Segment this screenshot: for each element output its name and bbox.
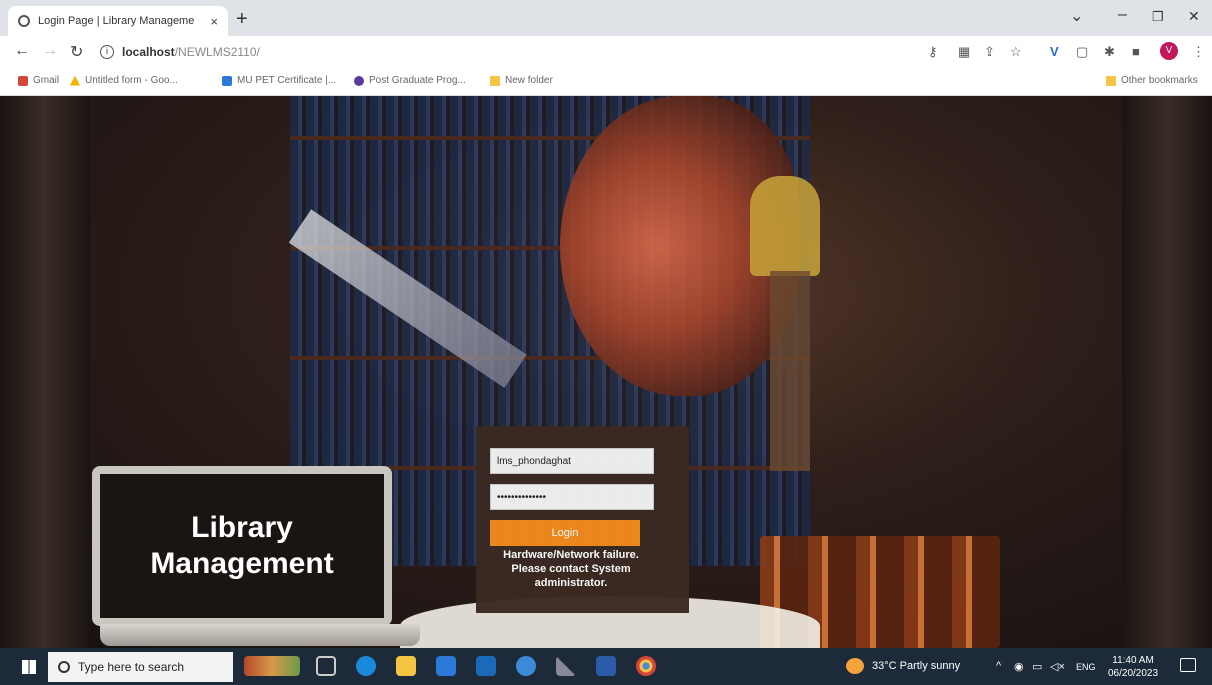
edge-icon[interactable] (356, 656, 376, 676)
app-title-line2: Management (150, 547, 334, 580)
other-bookmarks[interactable]: Other bookmarks (1106, 75, 1198, 86)
folder-icon (490, 75, 500, 86)
error-message: Hardware/Network failure. Please contact… (503, 549, 639, 589)
url-host: localhost (122, 45, 175, 59)
weather-icon[interactable] (846, 658, 864, 674)
search-placeholder: Type here to search (78, 660, 185, 674)
google-drive-icon (70, 75, 80, 86)
key-icon[interactable]: ⚷ (928, 44, 938, 60)
folder-icon (1106, 75, 1116, 86)
news-widget-icon[interactable] (244, 656, 300, 676)
minimize-button[interactable]: – (1118, 6, 1127, 24)
url-path: /NEWLMS2110/ (174, 45, 260, 59)
close-window-button[interactable]: ✕ (1188, 8, 1200, 25)
bookmark-label: Gmail (33, 75, 60, 86)
new-tab-button[interactable]: + (236, 8, 248, 31)
password-input[interactable] (490, 484, 654, 510)
windows-start-icon[interactable] (22, 660, 36, 674)
bookmark-site-icon (354, 75, 364, 86)
reload-button[interactable]: ↻ (70, 42, 83, 62)
mail-icon[interactable] (476, 656, 496, 676)
notification-center-icon[interactable] (1180, 658, 1196, 672)
bookmark-label: Other bookmarks (1121, 75, 1198, 86)
laptop-base (100, 624, 420, 646)
person-on-ladder-image (750, 176, 820, 276)
pillar-left (0, 96, 90, 648)
tab-login-page[interactable]: Login Page | Library Manageme × (8, 6, 228, 36)
login-panel: Login Hardware/Network failure. Please c… (476, 426, 689, 613)
extension-doc-icon[interactable]: ▢ (1076, 44, 1088, 60)
clock-date: 06/20/2023 (1108, 668, 1159, 679)
app-title-line1: Library (191, 511, 293, 544)
tab-search-chevron-icon[interactable]: ⌄ (1070, 6, 1083, 26)
url-bar[interactable]: i localhost /NEWLMS2110/ (100, 40, 920, 64)
bookmark-label: Untitled form - Goo... (85, 75, 178, 86)
system-clock[interactable]: 11:40 AM 06/20/2023 (1108, 654, 1158, 680)
app-icon[interactable] (516, 656, 536, 676)
bookmark-post-graduate[interactable]: Post Graduate Prog... (354, 75, 466, 86)
word-icon[interactable] (596, 656, 616, 676)
back-button[interactable]: ← (14, 42, 30, 60)
translate-icon[interactable]: ▦ (958, 44, 970, 60)
puzzle-extensions-icon[interactable]: ✱ (1104, 44, 1115, 60)
bookmark-label: MU PET Certificate |... (237, 75, 337, 86)
bookmark-label: New folder (505, 75, 553, 86)
pillar-right (1122, 96, 1212, 648)
tray-chevron-icon[interactable]: ^ (996, 660, 1001, 672)
menu-kebab-icon[interactable]: ⋮ (1192, 44, 1205, 60)
profile-avatar[interactable]: V (1160, 42, 1178, 60)
volume-icon[interactable]: ◁× (1050, 660, 1065, 673)
store-icon[interactable] (436, 656, 456, 676)
bookmark-mu-pet[interactable]: MU PET Certificate |... (222, 75, 336, 86)
language-indicator[interactable]: ENG (1076, 662, 1096, 672)
person-legs-image (770, 271, 810, 471)
forward-button[interactable]: → (42, 42, 58, 60)
gmail-icon (18, 75, 28, 86)
tab-title: Login Page | Library Manageme (38, 15, 195, 27)
bookmark-site-icon (222, 75, 232, 86)
bookmark-star-icon[interactable]: ☆ (1010, 44, 1022, 60)
v-extension-icon[interactable]: V (1050, 44, 1059, 59)
login-page-background: Library Management Login Hardware/Networ… (0, 96, 1212, 648)
file-explorer-icon[interactable] (396, 656, 416, 676)
bookmark-new-folder[interactable]: New folder (490, 75, 553, 86)
clock-time: 11:40 AM (1112, 655, 1154, 666)
chrome-icon[interactable] (636, 656, 656, 676)
restore-button[interactable]: ❐ (1152, 9, 1164, 25)
bookmark-untitled-form[interactable]: Untitled form - Goo... (70, 75, 178, 86)
location-icon: ◉ (1014, 661, 1024, 673)
weather-text[interactable]: 33°C Partly sunny (872, 660, 960, 672)
share-icon[interactable]: ⇪ (984, 44, 995, 60)
laptop-screen: Library Management (92, 466, 392, 626)
search-icon (58, 661, 70, 673)
bookmarks-bar (0, 68, 1212, 96)
sidepanel-icon[interactable]: ■ (1132, 44, 1140, 59)
network-icon[interactable]: ▭ (1032, 660, 1042, 673)
username-input[interactable] (490, 448, 654, 474)
site-info-icon[interactable]: i (100, 45, 114, 59)
taskbar-search[interactable]: Type here to search (48, 652, 233, 682)
login-button[interactable]: Login (490, 520, 640, 546)
close-tab-icon[interactable]: × (210, 14, 218, 29)
task-view-icon[interactable] (316, 656, 336, 676)
globe-icon (18, 15, 30, 27)
bookmark-gmail[interactable]: Gmail (18, 75, 59, 86)
bookmark-label: Post Graduate Prog... (369, 75, 466, 86)
